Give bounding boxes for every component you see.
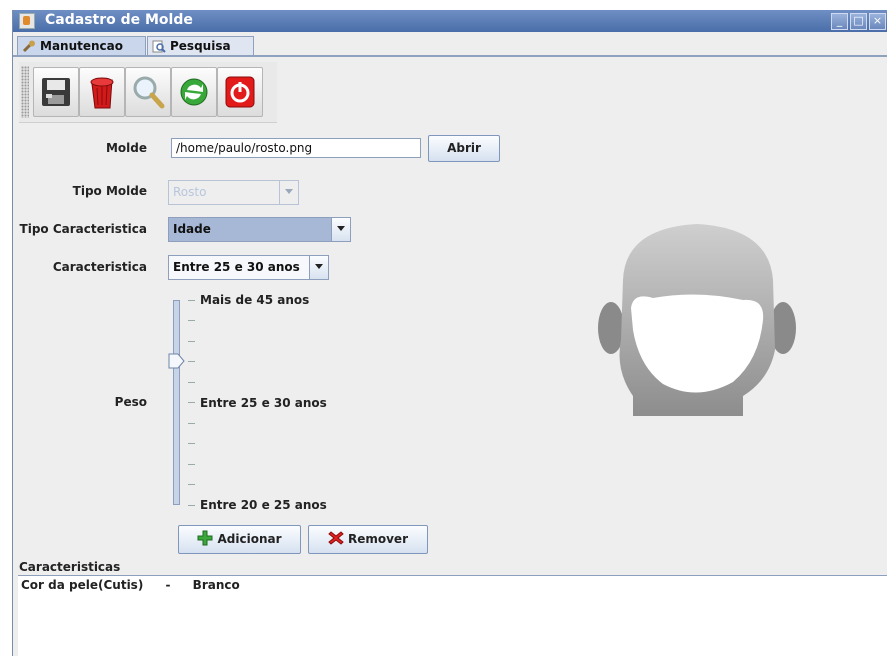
toolbar-grip[interactable] — [21, 66, 29, 118]
trash-icon — [90, 77, 114, 109]
tab-label: Pesquisa — [170, 39, 231, 53]
search-icon — [133, 76, 165, 109]
tab-manutencao[interactable]: Manutencao — [17, 36, 146, 57]
tab-pesquisa[interactable]: Pesquisa — [147, 36, 254, 55]
slider-tick — [188, 320, 195, 321]
tipo-caracteristica-select[interactable]: Idade — [168, 217, 351, 242]
tipo-caracteristica-label: Tipo Caracteristica — [19, 222, 147, 236]
save-button[interactable] — [33, 67, 79, 117]
exit-icon — [225, 76, 255, 108]
slider-tick — [188, 341, 195, 342]
list-item[interactable]: Cor da pele(Cutis) - Branco — [21, 578, 240, 592]
chevron-down-icon — [279, 181, 298, 204]
characteristic-separator: - — [165, 578, 171, 592]
java-cup-icon — [19, 13, 35, 29]
slider-thumb[interactable] — [168, 353, 186, 371]
refresh-icon — [180, 78, 208, 106]
face-template-image — [598, 224, 796, 416]
tipo-molde-select[interactable]: Rosto — [168, 180, 299, 205]
save-icon — [42, 78, 70, 106]
minimize-button[interactable]: _ — [831, 13, 848, 30]
slider-tick — [188, 361, 195, 362]
slider-tick — [188, 402, 195, 403]
caracteristica-select[interactable]: Entre 25 e 30 anos — [168, 255, 329, 280]
slider-label-top: Mais de 45 anos — [200, 293, 310, 307]
tipo-molde-value: Rosto — [173, 185, 207, 199]
slider-tick — [188, 382, 195, 383]
title-bar[interactable]: Cadastro de Molde _ □ × — [13, 10, 887, 32]
tab-divider — [13, 55, 887, 57]
toolbar — [19, 62, 277, 123]
abrir-button[interactable]: Abrir — [428, 135, 500, 162]
peso-slider[interactable] — [168, 298, 193, 508]
refresh-button[interactable] — [171, 67, 217, 117]
slider-label-bottom: Entre 20 e 25 anos — [200, 498, 327, 512]
slider-tick — [188, 464, 195, 465]
remove-icon — [328, 531, 344, 545]
tipo-molde-label: Tipo Molde — [72, 184, 147, 198]
slider-tick — [188, 300, 195, 301]
slider-track — [173, 300, 180, 505]
slider-tick — [188, 505, 195, 506]
caracteristicas-header: Caracteristicas — [19, 560, 121, 574]
search-button[interactable] — [125, 67, 171, 117]
caracteristica-label: Caracteristica — [52, 260, 147, 274]
chevron-down-icon — [331, 218, 350, 241]
wrench-icon — [22, 40, 35, 53]
tipo-caracteristica-value: Idade — [173, 222, 211, 236]
maximize-button[interactable]: □ — [850, 13, 867, 30]
characteristic-name: Cor da pele(Cutis) — [21, 578, 144, 592]
slider-tick — [188, 423, 195, 424]
molde-label: Molde — [105, 141, 147, 155]
adicionar-label: Adicionar — [217, 532, 282, 546]
slider-tick — [188, 484, 195, 485]
close-button[interactable]: × — [869, 13, 886, 30]
molde-path-field[interactable]: /home/paulo/rosto.png — [171, 138, 421, 158]
exit-button[interactable] — [217, 67, 263, 117]
remover-label: Remover — [347, 532, 408, 546]
caracteristicas-list[interactable]: Cor da pele(Cutis) - Branco — [18, 575, 887, 657]
characteristic-value: Branco — [192, 578, 240, 592]
delete-button[interactable] — [79, 67, 125, 117]
main-window: Cadastro de Molde _ □ × Manutencao Pesqu… — [12, 10, 887, 657]
peso-label: Peso — [114, 395, 147, 409]
magnifier-icon — [152, 40, 166, 53]
chevron-down-icon — [309, 256, 328, 279]
adicionar-button[interactable]: Adicionar — [178, 525, 301, 554]
slider-label-middle: Entre 25 e 30 anos — [200, 396, 327, 410]
slider-tick — [188, 443, 195, 444]
remover-button[interactable]: Remover — [308, 525, 428, 554]
tab-label: Manutencao — [40, 39, 123, 53]
add-icon — [197, 530, 213, 546]
caracteristica-value: Entre 25 e 30 anos — [173, 260, 300, 274]
window-title: Cadastro de Molde — [45, 12, 193, 28]
